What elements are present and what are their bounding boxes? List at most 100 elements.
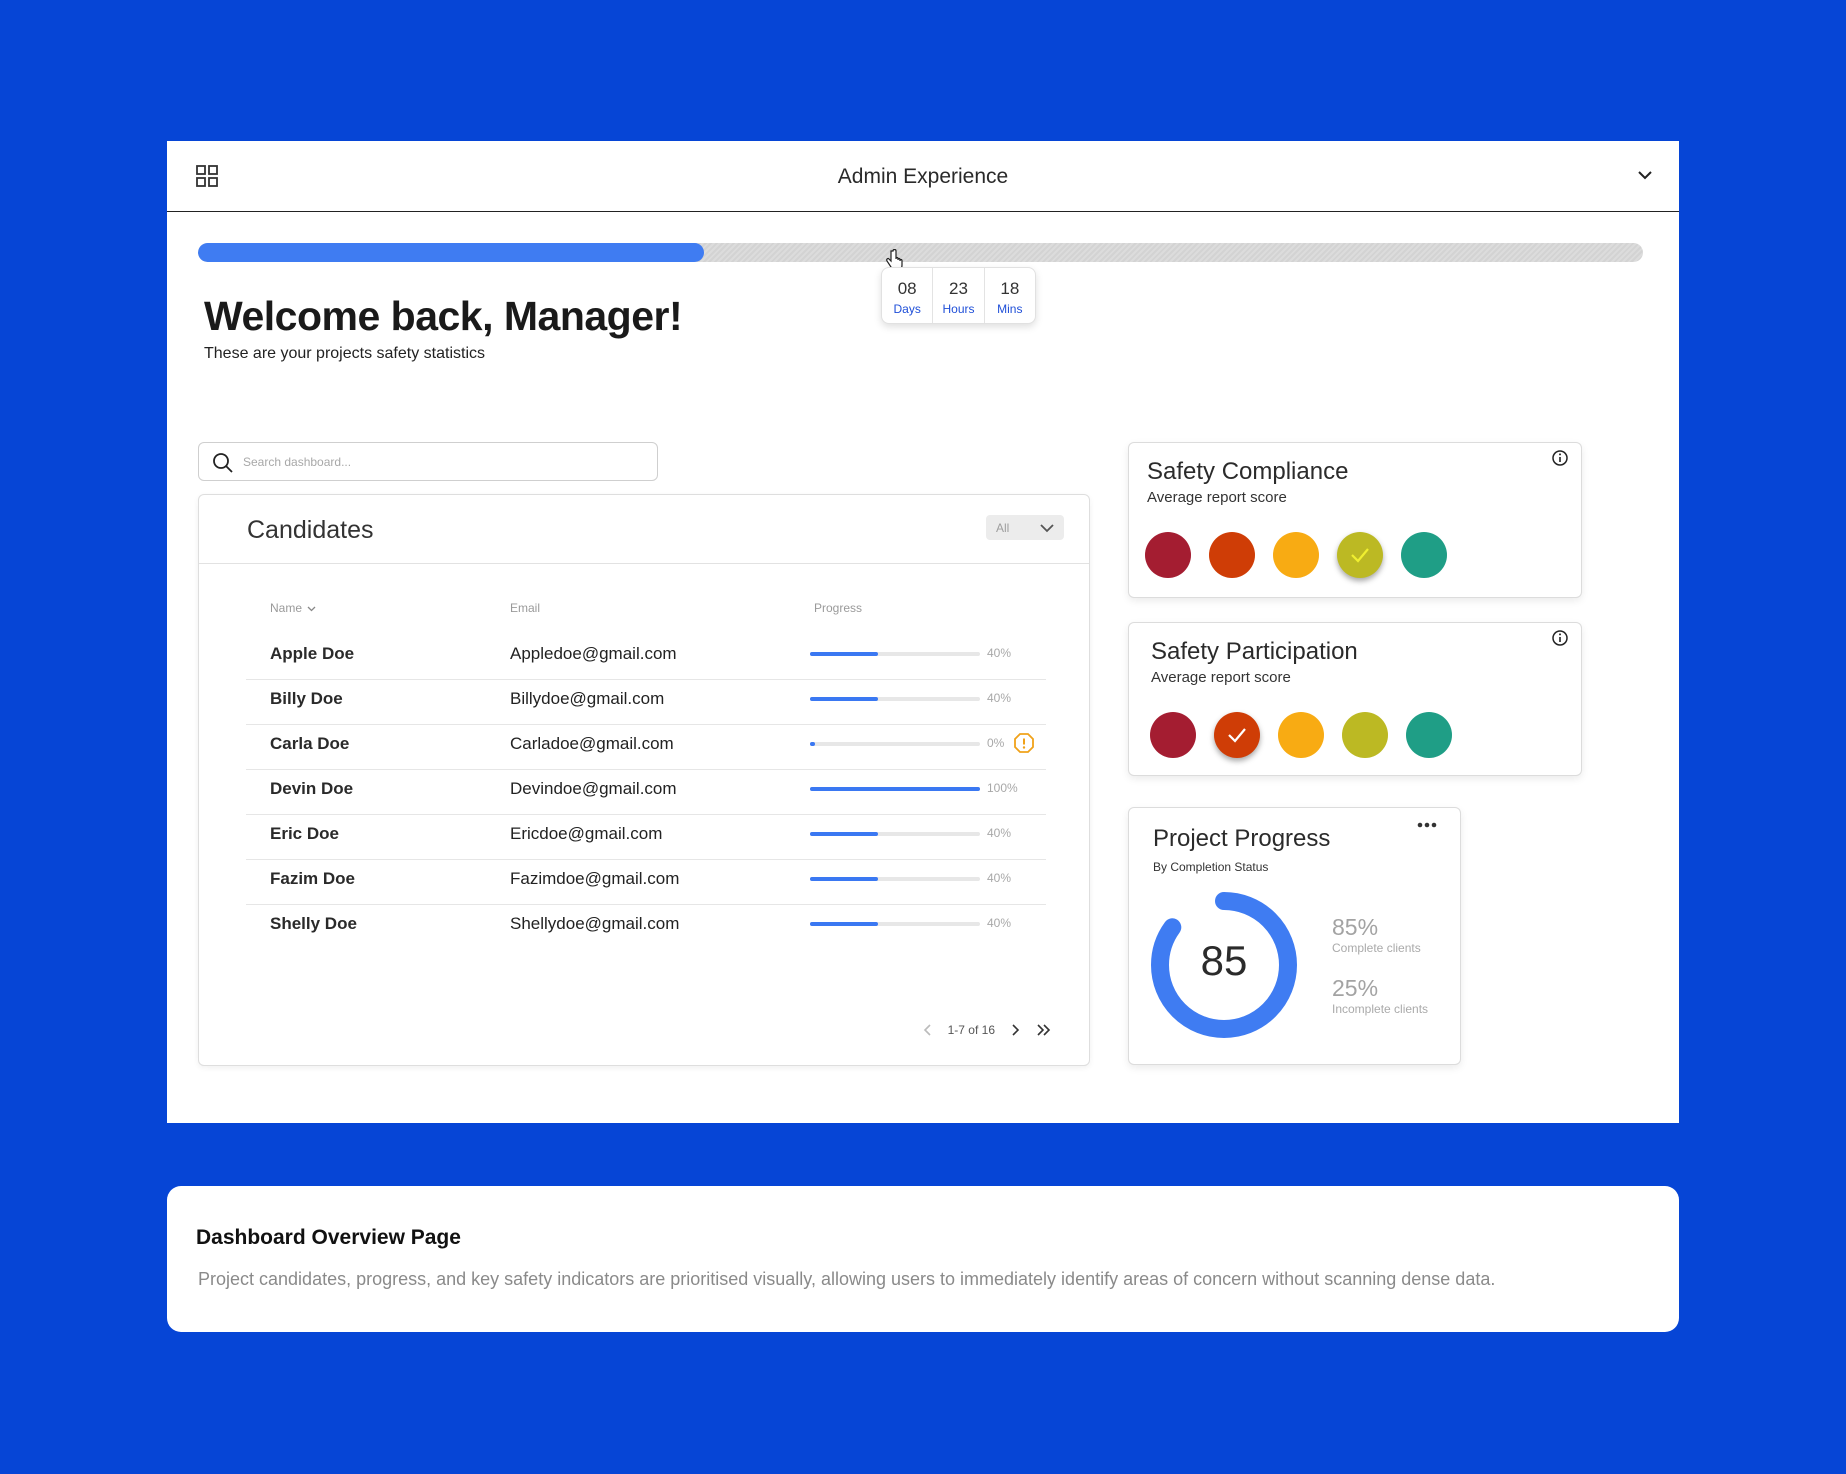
caption-card: Dashboard Overview Page Project candidat… bbox=[167, 1186, 1679, 1332]
countdown-unit: Mins bbox=[997, 302, 1023, 316]
candidate-email: Shellydoe@gmail.com bbox=[510, 914, 680, 933]
candidates-card: Candidates All Name Email Progress Apple… bbox=[198, 494, 1090, 1066]
safety-participation-card: Safety Participation Average report scor… bbox=[1128, 622, 1582, 776]
candidate-email: Fazimdoe@gmail.com bbox=[510, 869, 680, 888]
sort-chevron-icon bbox=[307, 606, 316, 612]
progress-percent: 40% bbox=[987, 691, 1012, 705]
progress-percent: 40% bbox=[987, 871, 1012, 885]
progress-bar bbox=[810, 652, 980, 656]
safety-compliance-subtitle: Average report score bbox=[1147, 489, 1287, 506]
filter-value: All bbox=[996, 521, 1010, 535]
progress-bar-fill bbox=[810, 697, 878, 701]
divider bbox=[199, 563, 1089, 564]
welcome-title: Welcome back, Manager! bbox=[204, 293, 683, 339]
progress-bar bbox=[810, 697, 980, 701]
progress-bar bbox=[810, 922, 980, 926]
progress-bar-fill bbox=[810, 832, 878, 836]
info-icon[interactable] bbox=[1551, 629, 1569, 647]
project-progress-card: Project Progress By Completion Status 85… bbox=[1128, 807, 1461, 1065]
countdown-mins: 18 Mins bbox=[983, 268, 1035, 323]
progress-bar-fill bbox=[810, 652, 878, 656]
chevron-down-icon[interactable] bbox=[1635, 165, 1655, 185]
complete-percent: 85% bbox=[1332, 914, 1379, 940]
progress-bar bbox=[810, 787, 980, 791]
search-input[interactable] bbox=[243, 451, 643, 473]
chevron-down-icon bbox=[1040, 524, 1054, 533]
safety-participation-title: Safety Participation bbox=[1151, 638, 1358, 665]
app-title: Admin Experience bbox=[837, 165, 1009, 188]
progress-bar bbox=[810, 877, 980, 881]
score-option-3[interactable] bbox=[1273, 532, 1319, 578]
welcome-subtitle: These are your projects safety statistic… bbox=[204, 345, 485, 362]
next-page-icon[interactable] bbox=[1007, 1022, 1023, 1038]
more-options-icon[interactable] bbox=[1416, 821, 1438, 829]
safety-compliance-card: Safety Compliance Average report score bbox=[1128, 442, 1582, 598]
warning-icon bbox=[1014, 733, 1034, 753]
progress-bar-fill bbox=[810, 787, 980, 791]
progress-percent: 100% bbox=[987, 781, 1018, 795]
score-option-1[interactable] bbox=[1150, 712, 1196, 758]
candidate-email: Billydoe@gmail.com bbox=[510, 689, 665, 708]
complete-label: Complete clients bbox=[1332, 941, 1421, 955]
candidate-email: Carladoe@gmail.com bbox=[510, 734, 674, 753]
score-option-2[interactable] bbox=[1209, 532, 1255, 578]
countdown-value: 23 bbox=[949, 279, 968, 298]
progress-percent: 40% bbox=[987, 646, 1012, 660]
candidate-name: Shelly Doe bbox=[270, 914, 357, 933]
column-header-label: Name bbox=[270, 601, 303, 615]
score-option-3[interactable] bbox=[1278, 712, 1324, 758]
pagination-label: 1-7 of 16 bbox=[947, 1023, 995, 1037]
countdown-value: 18 bbox=[1000, 279, 1020, 298]
candidate-name: Eric Doe bbox=[270, 824, 339, 843]
incomplete-label: Incomplete clients bbox=[1332, 1002, 1429, 1016]
checkmark-icon bbox=[1351, 548, 1369, 563]
score-option-5[interactable] bbox=[1401, 532, 1447, 578]
candidates-title: Candidates bbox=[247, 516, 374, 544]
progress-bar bbox=[810, 832, 980, 836]
progress-bar-fill bbox=[810, 922, 878, 926]
score-option-2[interactable] bbox=[1214, 712, 1260, 758]
column-header-name[interactable]: Name bbox=[270, 601, 316, 615]
countdown-unit: Hours bbox=[942, 302, 975, 316]
progress-percent: 40% bbox=[987, 916, 1012, 930]
checkmark-icon bbox=[1228, 728, 1246, 743]
previous-page-icon[interactable] bbox=[920, 1022, 936, 1038]
project-timeline-bar[interactable] bbox=[198, 243, 1643, 262]
top-bar: Admin Experience bbox=[167, 141, 1679, 212]
candidate-name: Carla Doe bbox=[270, 734, 350, 753]
caption-text: Project candidates, progress, and key sa… bbox=[198, 1269, 1496, 1289]
candidates-filter-select[interactable]: All bbox=[986, 515, 1064, 540]
participation-score-options bbox=[1150, 712, 1452, 758]
countdown-unit: Days bbox=[893, 302, 921, 316]
project-progress-title: Project Progress bbox=[1153, 825, 1331, 852]
candidate-name: Fazim Doe bbox=[270, 869, 356, 888]
countdown-hours: 23 Hours bbox=[932, 268, 983, 323]
compliance-score-options bbox=[1145, 532, 1447, 578]
column-header-email: Email bbox=[510, 601, 541, 615]
table-row[interactable]: Shelly Doe Shellydoe@gmail.com 40% bbox=[246, 897, 1046, 950]
project-progress-subtitle: By Completion Status bbox=[1153, 860, 1269, 874]
incomplete-percent: 25% bbox=[1332, 975, 1379, 1001]
candidate-name: Apple Doe bbox=[270, 644, 355, 663]
countdown-days: 08 Days bbox=[882, 268, 932, 323]
score-option-1[interactable] bbox=[1145, 532, 1191, 578]
search-icon bbox=[213, 453, 233, 473]
score-option-4[interactable] bbox=[1342, 712, 1388, 758]
candidate-email: Ericdoe@gmail.com bbox=[510, 824, 663, 843]
safety-participation-subtitle: Average report score bbox=[1151, 669, 1291, 686]
timeline-progress-fill bbox=[198, 243, 704, 262]
score-option-5[interactable] bbox=[1406, 712, 1452, 758]
admin-dashboard: Admin Experience 08 Days 23 Hours 18 Min… bbox=[167, 141, 1679, 1123]
progress-percent: 0% bbox=[987, 736, 1005, 750]
last-page-icon[interactable] bbox=[1035, 1022, 1051, 1038]
progress-bar-fill bbox=[810, 742, 816, 746]
completion-value: 85 bbox=[1200, 937, 1248, 984]
column-header-progress: Progress bbox=[814, 601, 863, 615]
info-icon[interactable] bbox=[1551, 449, 1569, 467]
search-box[interactable] bbox=[198, 442, 658, 481]
countdown-value: 08 bbox=[897, 279, 917, 298]
score-option-4[interactable] bbox=[1337, 532, 1383, 578]
candidate-email: Appledoe@gmail.com bbox=[510, 644, 677, 663]
progress-bar bbox=[810, 742, 980, 746]
candidate-name: Billy Doe bbox=[270, 689, 343, 708]
